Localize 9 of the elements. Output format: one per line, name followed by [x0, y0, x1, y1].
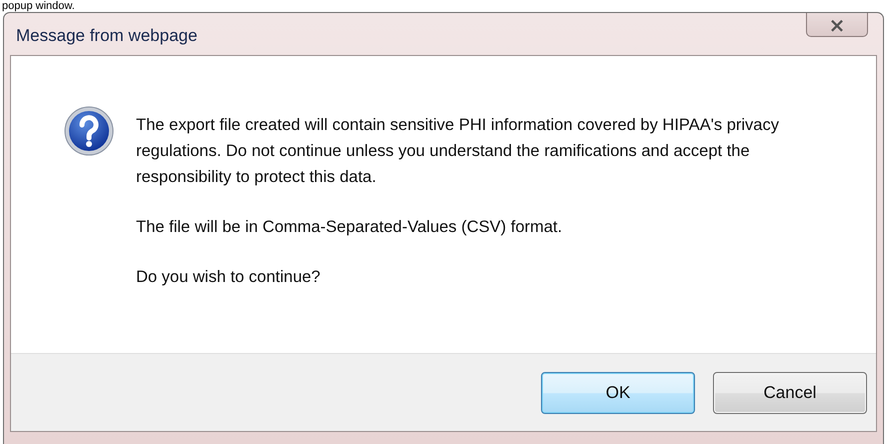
message-text: The file will be in Comma-Separated-Values (CSV) format. — [136, 217, 564, 238]
default-button[interactable]: OK — [541, 372, 695, 414]
caption-text: popup window. — [1, 0, 76, 12]
close-button[interactable]: × — [806, 13, 868, 37]
question-icon — [64, 106, 114, 156]
message-text: Do you wish to continue? — [136, 267, 322, 288]
window-title: Message from webpage — [16, 26, 198, 46]
message-text: The export file created will contain sensitive PHI information covered by HIPAA's privacy regulations. Do not continue unless you understand the ramifications and accept the responsibility to protect this data. — [136, 115, 780, 188]
dialog-button[interactable]: Cancel — [713, 372, 867, 414]
